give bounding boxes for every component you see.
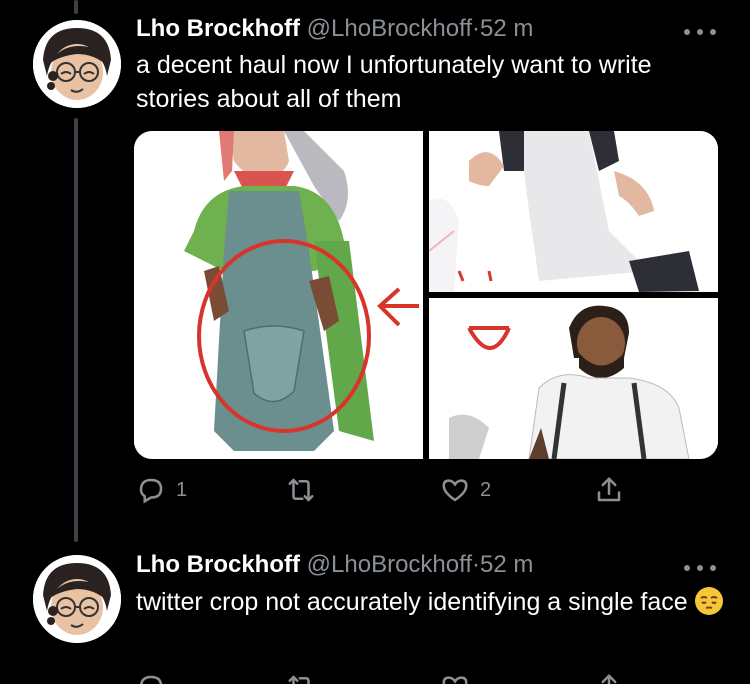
heart-icon — [442, 479, 468, 502]
tweet-actions — [136, 667, 736, 684]
like-button[interactable]: 2 — [440, 470, 491, 510]
more-options-button[interactable] — [680, 553, 720, 583]
separator: · — [472, 15, 481, 42]
reply-count: 1 — [176, 478, 188, 501]
tweet[interactable]: Lho Brockhoff @LhoBrockhoff·52 m a decen… — [0, 0, 750, 545]
avatar[interactable] — [33, 20, 121, 108]
author-handle[interactable]: @LhoBrockhoff — [307, 551, 472, 578]
tweet-actions: 1 2 — [136, 470, 736, 510]
timestamp[interactable]: 52 m — [480, 551, 533, 578]
like-button[interactable] — [440, 667, 470, 684]
share-icon — [597, 477, 621, 502]
more-horizontal-icon — [684, 29, 690, 35]
timestamp[interactable]: 52 m — [480, 15, 533, 42]
reply-bubble-icon — [140, 675, 163, 684]
retweet-icon — [288, 675, 310, 684]
separator: · — [472, 551, 481, 578]
author-name[interactable]: Lho Brockhoff — [136, 551, 300, 578]
media-image-2[interactable] — [429, 131, 718, 292]
more-options-button[interactable] — [680, 17, 720, 47]
tweet-text-container: twitter crop not accurately identifying … — [136, 585, 726, 619]
reply-button[interactable] — [136, 667, 166, 684]
retweet-button[interactable] — [286, 667, 316, 684]
reply-bubble-icon — [139, 478, 163, 504]
tweet-text: twitter crop not accurately identifying … — [136, 588, 688, 616]
share-button[interactable] — [594, 470, 624, 510]
media-image-1[interactable] — [134, 131, 423, 459]
more-horizontal-icon — [684, 565, 690, 571]
retweet-icon — [288, 478, 314, 502]
share-button[interactable] — [594, 667, 624, 684]
like-count: 2 — [480, 478, 492, 501]
tweet-text: a decent haul now I unfortunately want t… — [136, 51, 652, 113]
media-image-3[interactable] — [429, 298, 718, 459]
tweet-header: Lho Brockhoff @LhoBrockhoff·52 m — [136, 14, 533, 44]
author-handle[interactable]: @LhoBrockhoff — [307, 15, 472, 42]
author-name[interactable]: Lho Brockhoff — [136, 15, 300, 42]
heart-icon — [442, 676, 468, 684]
tweet[interactable]: Lho Brockhoff @LhoBrockhoff·52 m twitter… — [0, 545, 750, 684]
avatar[interactable] — [33, 555, 121, 643]
tweet-header: Lho Brockhoff @LhoBrockhoff·52 m — [136, 550, 533, 580]
share-icon — [601, 674, 617, 684]
reply-button[interactable]: 1 — [136, 470, 187, 510]
media-grid[interactable] — [134, 131, 718, 459]
retweet-button[interactable] — [286, 470, 326, 510]
pensive-face-emoji — [694, 587, 723, 615]
